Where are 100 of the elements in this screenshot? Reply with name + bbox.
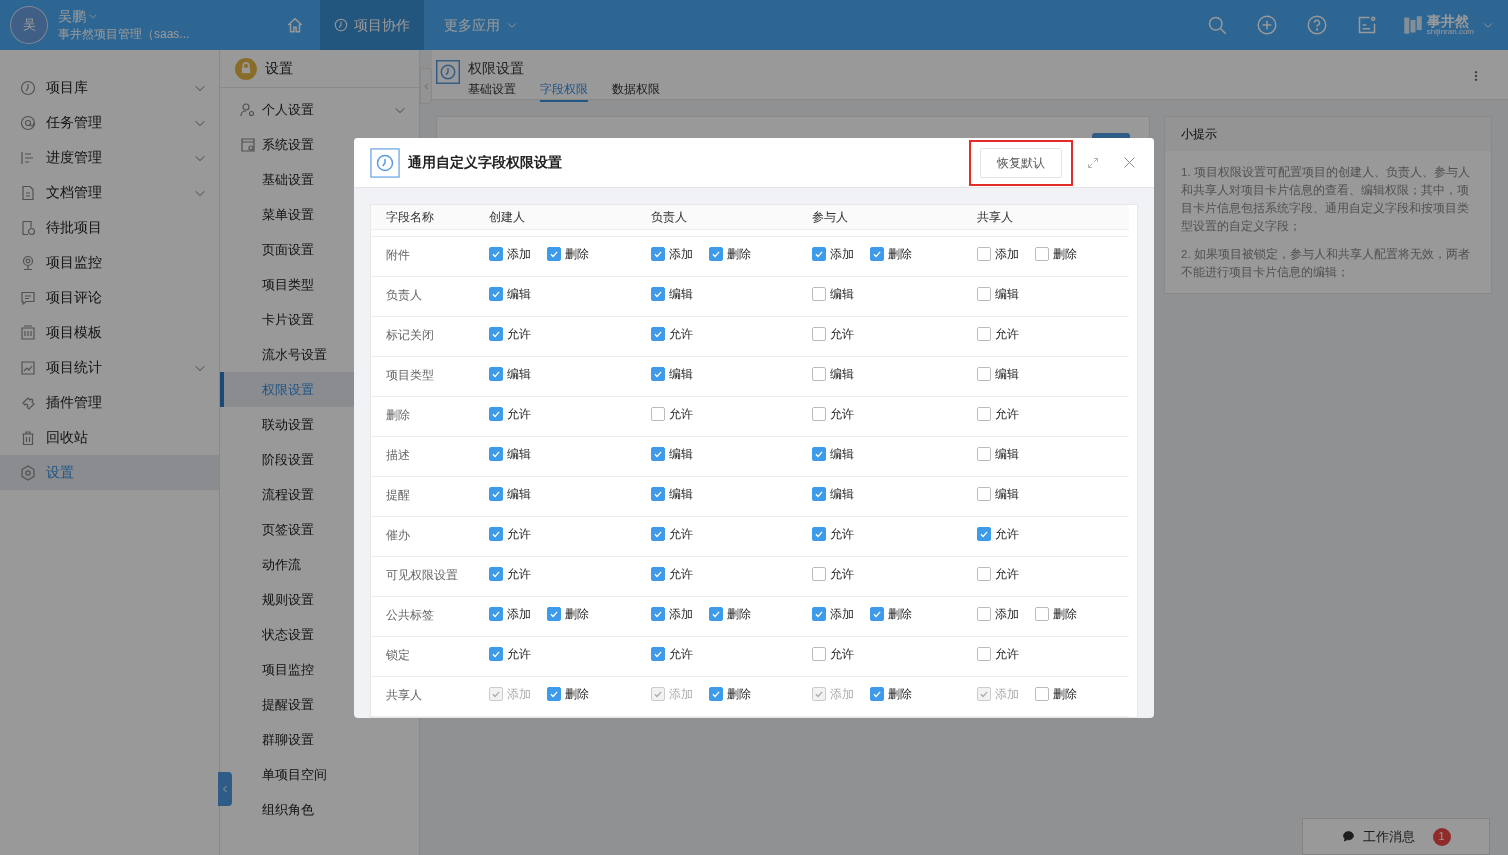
- checkbox[interactable]: [977, 327, 991, 341]
- checkbox-label[interactable]: 删除: [727, 605, 751, 623]
- checkbox-label[interactable]: 编辑: [995, 445, 1019, 463]
- checkbox[interactable]: [547, 687, 561, 701]
- checkbox[interactable]: [812, 527, 826, 541]
- checkbox[interactable]: [547, 607, 561, 621]
- checkbox-label[interactable]: 编辑: [995, 285, 1019, 303]
- checkbox[interactable]: [812, 607, 826, 621]
- sidebar-item[interactable]: 任务管理: [0, 105, 219, 140]
- checkbox[interactable]: [489, 247, 503, 261]
- checkbox[interactable]: [651, 327, 665, 341]
- checkbox[interactable]: [709, 607, 723, 621]
- checkbox-label[interactable]: 允许: [669, 525, 693, 543]
- checkbox-label[interactable]: 删除: [727, 685, 751, 703]
- checkbox[interactable]: [977, 567, 991, 581]
- sidebar-item[interactable]: 项目统计: [0, 350, 219, 385]
- checkbox-label[interactable]: 添加: [507, 245, 531, 263]
- tab[interactable]: 数据权限: [612, 80, 660, 102]
- checkbox-label[interactable]: 允许: [507, 645, 531, 663]
- checkbox[interactable]: [977, 407, 991, 421]
- checkbox[interactable]: [651, 647, 665, 661]
- checkbox-label[interactable]: 删除: [565, 605, 589, 623]
- checkbox-label[interactable]: 允许: [669, 405, 693, 423]
- checkbox-label[interactable]: 允许: [830, 645, 854, 663]
- checkbox-label[interactable]: 编辑: [995, 485, 1019, 503]
- checkbox-label[interactable]: 允许: [995, 405, 1019, 423]
- checkbox[interactable]: [870, 687, 884, 701]
- checkbox-label[interactable]: 允许: [669, 325, 693, 343]
- checkbox-label[interactable]: 允许: [830, 325, 854, 343]
- checkbox[interactable]: [489, 647, 503, 661]
- checkbox-label[interactable]: 编辑: [830, 365, 854, 383]
- sidebar-item[interactable]: 项目模板: [0, 315, 219, 350]
- checkbox-label[interactable]: 允许: [507, 565, 531, 583]
- checkbox-label[interactable]: 允许: [995, 645, 1019, 663]
- checkbox-label[interactable]: 编辑: [507, 485, 531, 503]
- checkbox-label[interactable]: 编辑: [507, 285, 531, 303]
- checkbox-label[interactable]: 编辑: [669, 485, 693, 503]
- checkbox[interactable]: [977, 527, 991, 541]
- checkbox[interactable]: [651, 567, 665, 581]
- checkbox[interactable]: [977, 367, 991, 381]
- checkbox-label[interactable]: 允许: [669, 645, 693, 663]
- checkbox-label[interactable]: 允许: [830, 565, 854, 583]
- collapse-handle[interactable]: [420, 68, 432, 104]
- checkbox[interactable]: [812, 367, 826, 381]
- checkbox-label[interactable]: 删除: [565, 685, 589, 703]
- expand-icon[interactable]: [1087, 156, 1099, 169]
- checkbox-label[interactable]: 编辑: [830, 445, 854, 463]
- checkbox-label[interactable]: 添加: [669, 605, 693, 623]
- sidebar-item[interactable]: 项目库: [0, 70, 219, 105]
- checkbox-label[interactable]: 编辑: [669, 365, 693, 383]
- checkbox-label[interactable]: 添加: [995, 245, 1019, 263]
- checkbox-label[interactable]: 允许: [669, 565, 693, 583]
- checkbox[interactable]: [651, 247, 665, 261]
- checkbox-label[interactable]: 删除: [1053, 685, 1077, 703]
- checkbox[interactable]: [1035, 687, 1049, 701]
- checkbox[interactable]: [489, 407, 503, 421]
- checkbox[interactable]: [651, 447, 665, 461]
- checkbox-label[interactable]: 编辑: [669, 285, 693, 303]
- checkbox-label[interactable]: 删除: [888, 605, 912, 623]
- reset-button[interactable]: 恢复默认: [980, 147, 1062, 178]
- checkbox-label[interactable]: 允许: [995, 325, 1019, 343]
- checkbox[interactable]: [812, 407, 826, 421]
- checkbox-label[interactable]: 编辑: [830, 485, 854, 503]
- checkbox-label[interactable]: 添加: [830, 605, 854, 623]
- checkbox[interactable]: [709, 687, 723, 701]
- sidebar-item[interactable]: 待批项目: [0, 210, 219, 245]
- checkbox-label[interactable]: 删除: [888, 685, 912, 703]
- checkbox[interactable]: [977, 607, 991, 621]
- sidebar-item[interactable]: 文档管理: [0, 175, 219, 210]
- menu-item[interactable]: 群聊设置: [220, 722, 419, 757]
- sidebar-item[interactable]: 项目评论: [0, 280, 219, 315]
- checkbox[interactable]: [812, 567, 826, 581]
- checkbox-label[interactable]: 添加: [830, 245, 854, 263]
- checkbox-label[interactable]: 允许: [830, 525, 854, 543]
- checkbox-label[interactable]: 编辑: [995, 365, 1019, 383]
- menu-item[interactable]: 组织角色: [220, 792, 419, 827]
- checkbox-label[interactable]: 编辑: [830, 285, 854, 303]
- checkbox[interactable]: [489, 567, 503, 581]
- checkbox[interactable]: [489, 487, 503, 501]
- sidebar-item[interactable]: 回收站: [0, 420, 219, 455]
- checkbox-label[interactable]: 编辑: [669, 445, 693, 463]
- checkbox-label[interactable]: 添加: [995, 605, 1019, 623]
- checkbox-label[interactable]: 编辑: [507, 445, 531, 463]
- checkbox[interactable]: [1035, 607, 1049, 621]
- checkbox-label[interactable]: 删除: [1053, 245, 1077, 263]
- messages-button[interactable]: 工作消息 1: [1302, 818, 1490, 855]
- collapse-handle[interactable]: [218, 772, 232, 806]
- tab[interactable]: 基础设置: [468, 80, 516, 102]
- checkbox-label[interactable]: 允许: [995, 565, 1019, 583]
- checkbox[interactable]: [977, 487, 991, 501]
- sidebar-item[interactable]: 项目监控: [0, 245, 219, 280]
- checkbox-label[interactable]: 删除: [565, 245, 589, 263]
- checkbox-label[interactable]: 允许: [507, 525, 531, 543]
- checkbox-label[interactable]: 删除: [1053, 605, 1077, 623]
- checkbox-label[interactable]: 添加: [669, 245, 693, 263]
- checkbox[interactable]: [651, 527, 665, 541]
- checkbox-label[interactable]: 编辑: [507, 365, 531, 383]
- checkbox[interactable]: [651, 607, 665, 621]
- checkbox[interactable]: [812, 447, 826, 461]
- checkbox[interactable]: [651, 407, 665, 421]
